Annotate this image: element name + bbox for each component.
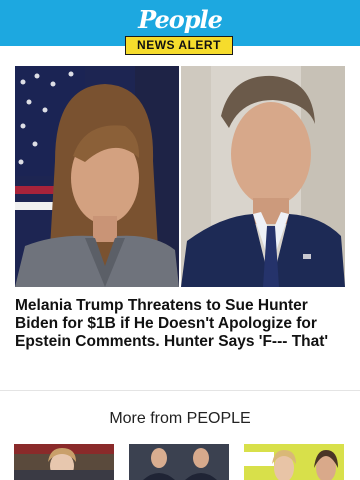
section-divider — [0, 390, 360, 391]
more-story-thumbnail[interactable] — [244, 444, 344, 480]
more-story-thumbnail[interactable] — [14, 444, 114, 480]
hero-photo-left[interactable] — [15, 66, 179, 287]
article-headline[interactable]: Melania Trump Threatens to Sue Hunter Bi… — [15, 297, 347, 351]
more-story-thumbnail[interactable] — [129, 444, 229, 480]
more-from-people-title: More from PEOPLE — [109, 410, 251, 427]
news-alert-badge: NEWS ALERT — [125, 36, 233, 55]
people-logo[interactable]: People — [0, 5, 360, 34]
hero-photo-right[interactable] — [181, 66, 345, 287]
